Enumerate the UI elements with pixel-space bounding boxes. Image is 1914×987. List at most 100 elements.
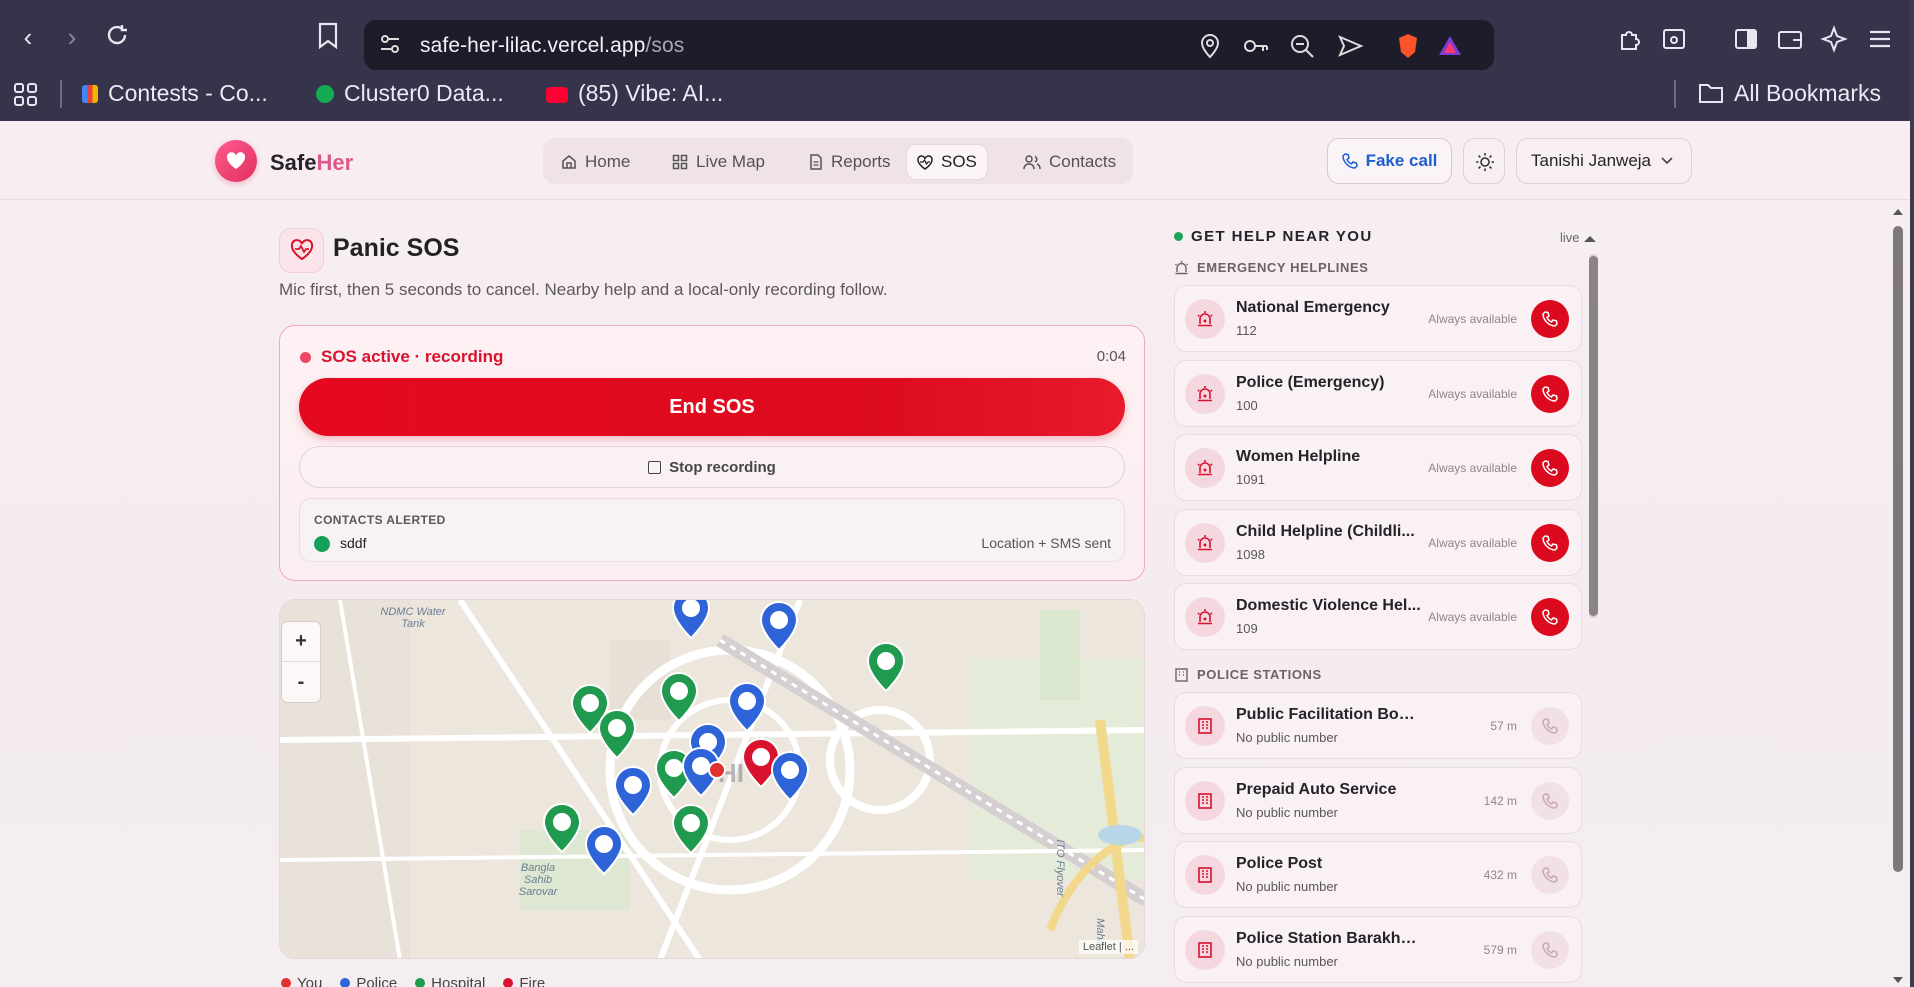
police-building-icon [1185,855,1225,895]
leo-ai-icon[interactable] [1820,25,1848,53]
distance: 57 m [1490,719,1517,733]
police-station-item[interactable]: Police Post No public number 432 m [1174,841,1582,908]
police-stations-header: POLICE STATIONS [1174,667,1322,682]
bookmark-icon[interactable] [310,22,346,56]
help-panel-scrollbar[interactable] [1589,254,1598,618]
helpline-item[interactable]: Women Helpline 1091 Always available [1174,434,1582,501]
contacts-alerted: CONTACTS ALERTED sddf Location + SMS sen… [299,498,1125,562]
page-scroll-down-icon[interactable] [1892,976,1904,986]
call-button[interactable] [1531,598,1569,636]
menu-icon[interactable] [1866,25,1894,53]
page-scrollbar[interactable] [1891,206,1905,983]
contact-status-dot [314,536,330,552]
page-scroll-thumb[interactable] [1893,226,1903,872]
contact-status: Location + SMS sent [981,535,1111,551]
bookmark-item[interactable]: Cluster0 Data... [316,80,504,107]
sos-status-card: SOS active · recording 0:04 End SOS Stop… [279,325,1145,581]
stop-recording-button[interactable]: Stop recording [299,446,1125,488]
zoom-out-button[interactable]: - [282,662,320,702]
zoom-in-button[interactable]: + [282,622,320,662]
bookmark-divider [1674,80,1676,108]
you-location-marker[interactable] [708,761,726,779]
bookmark-label: Cluster0 Data... [344,80,504,106]
police-marker[interactable] [728,682,766,732]
location-icon[interactable] [1196,32,1224,60]
police-marker[interactable] [614,766,652,816]
users-icon [1023,155,1041,170]
zoom-controls: + - [281,621,321,703]
helpline-item[interactable]: National Emergency 112 Always available [1174,285,1582,352]
police-marker[interactable] [771,751,809,801]
brave-shield-icon[interactable] [1394,32,1422,60]
theme-toggle-button[interactable] [1463,138,1505,184]
item-name: Prepaid Auto Service [1236,780,1397,798]
item-name: Police (Emergency) [1236,373,1385,391]
nav-contacts-label: Contacts [1049,152,1117,171]
fake-call-label: Fake call [1365,151,1438,170]
brand-name[interactable]: SafeHer [270,150,353,176]
fake-call-button[interactable]: Fake call [1327,138,1452,184]
nav-live-map[interactable]: Live Map [662,144,775,180]
nav-sos-label: SOS [941,152,977,171]
sidebar-icon[interactable] [1732,25,1760,53]
hospital-marker[interactable] [660,672,698,722]
police-marker[interactable] [585,825,623,875]
legend-you-label: You [297,975,323,987]
address-bar[interactable]: safe-her-lilac.vercel.app/sos [364,20,1494,70]
nav-sos[interactable]: SOS [906,144,988,180]
helpline-item[interactable]: Police (Emergency) 100 Always available [1174,359,1582,427]
hospital-marker[interactable] [598,709,636,759]
reload-icon[interactable] [99,22,135,54]
helpline-item[interactable]: Domestic Violence Hel... 109 Always availa… [1174,583,1582,650]
call-button[interactable] [1531,523,1569,562]
end-sos-button[interactable]: End SOS [299,378,1125,436]
call-button[interactable] [1531,449,1569,487]
extensions-icon[interactable] [1616,25,1644,53]
user-menu-button[interactable]: Tanishi Janweja [1516,138,1692,184]
call-button[interactable] [1531,374,1569,413]
forward-icon[interactable]: › [54,22,90,52]
nav-reports[interactable]: Reports [799,144,901,180]
all-bookmarks[interactable]: All Bookmarks [1698,80,1881,107]
availability: Always available [1428,461,1517,475]
map-attribution[interactable]: Leaflet | ... [1078,940,1138,954]
scroll-up-icon[interactable] [1583,234,1597,243]
distance: 142 m [1483,793,1517,808]
call-button[interactable] [1531,300,1569,338]
police-marker[interactable] [760,601,798,651]
bookmark-item[interactable]: Contests - Co... [82,80,268,107]
nearby-map[interactable]: HI NDMC Water Tank Bangla Sahib Sarovar … [279,599,1145,959]
siren-icon [1185,597,1225,637]
hospital-marker[interactable] [672,804,710,854]
police-station-item[interactable]: Public Facilitation Booth No public numbe… [1174,692,1582,759]
police-station-item[interactable]: Police Station Barakhamba R... No public … [1174,915,1582,983]
map-markers [543,600,905,875]
item-number: No public number [1236,730,1338,745]
rewards-icon[interactable] [1436,32,1464,60]
back-icon[interactable]: ‹ [10,22,46,52]
legend-hospital: Hospital [415,975,485,987]
police-stations-header-text: POLICE STATIONS [1197,667,1322,682]
helpline-item[interactable]: Child Helpline (Childli... 1098 Always ava… [1174,508,1582,576]
site-settings-icon[interactable] [376,30,404,58]
live-dot [1174,232,1183,241]
wallet-icon[interactable] [1776,25,1804,53]
hospital-marker[interactable] [543,803,581,853]
brand-her: Her [316,150,354,175]
help-panel-scroll-thumb[interactable] [1589,256,1598,616]
item-name: Domestic Violence Hel... [1236,597,1421,614]
key-icon[interactable] [1242,32,1270,60]
item-number: 1091 [1236,472,1265,487]
reader-icon[interactable] [1660,25,1688,53]
page-scroll-up-icon[interactable] [1892,206,1904,216]
apps-grid-icon[interactable] [13,82,39,108]
bookmark-item[interactable]: (85) Vibe: AI... [546,80,723,107]
zoom-out-icon[interactable] [1288,32,1316,60]
send-icon[interactable] [1336,32,1364,60]
police-station-item[interactable]: Prepaid Auto Service No public number 142 … [1174,766,1582,834]
nav-contacts[interactable]: Contacts [1013,144,1126,180]
logo-heart-icon[interactable] [215,140,257,182]
police-marker[interactable] [672,600,710,639]
nav-home[interactable]: Home [551,144,640,180]
hospital-marker[interactable] [867,642,905,692]
